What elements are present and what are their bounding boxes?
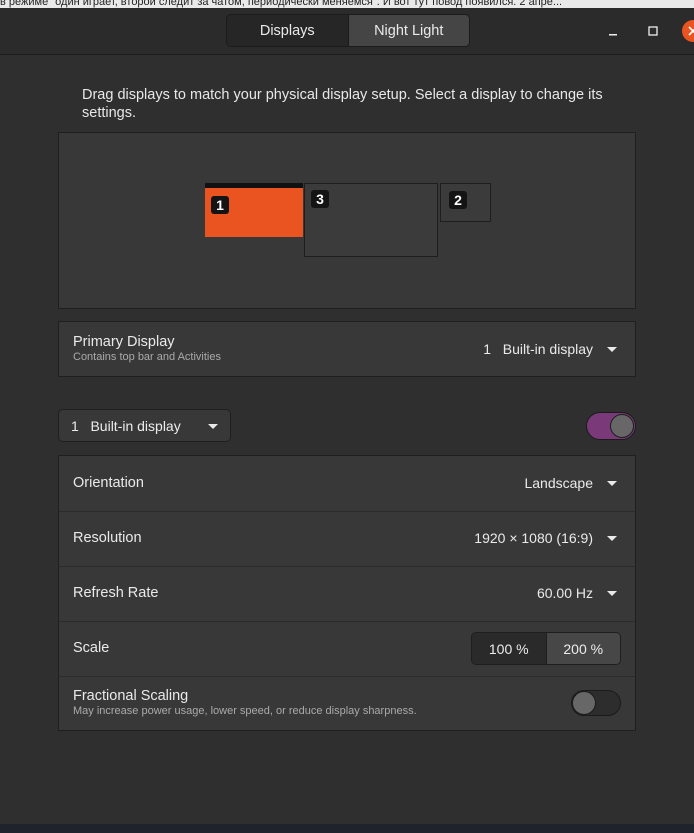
tab-displays[interactable]: Displays (227, 15, 349, 46)
display-enabled-toggle[interactable] (586, 412, 636, 440)
monitor-2-number: 2 (449, 191, 467, 209)
display-arrangement[interactable]: 1 3 2 (58, 132, 636, 309)
chevron-down-icon (208, 424, 218, 429)
primary-display-label: Primary Display (73, 334, 175, 350)
fractional-scaling-sublabel: May increase power usage, lower speed, o… (73, 705, 417, 717)
monitor-2[interactable]: 2 (440, 183, 491, 222)
refresh-rate-label: Refresh Rate (73, 585, 159, 601)
refresh-rate-value[interactable]: 60.00 Hz (537, 585, 593, 601)
close-icon[interactable] (682, 20, 694, 42)
toggle-knob (572, 691, 596, 715)
fractional-scaling-toggle[interactable] (571, 690, 621, 716)
monitor-1[interactable]: 1 (205, 183, 303, 237)
minimize-icon[interactable] (602, 20, 624, 42)
resolution-row[interactable]: Resolution 1920 × 1080 (16:9) (59, 511, 635, 567)
header-bar: Displays Night Light (0, 8, 694, 55)
scale-label: Scale (73, 640, 110, 656)
scale-200-button[interactable]: 200 % (546, 633, 620, 664)
orientation-row[interactable]: Orientation Landscape (59, 456, 635, 512)
view-switcher: Displays Night Light (226, 14, 470, 47)
fractional-scaling-row[interactable]: Fractional Scaling May increase power us… (59, 676, 635, 731)
chevron-down-icon[interactable] (607, 481, 617, 486)
background-window-text: в режиме "один играет, второй следит за … (0, 0, 694, 8)
maximize-glyph (648, 26, 658, 36)
monitor-3-number: 3 (311, 190, 329, 208)
toggle-knob (610, 414, 634, 438)
primary-display-row[interactable]: Primary Display Contains top bar and Act… (58, 321, 636, 377)
display-settings-list: Orientation Landscape Resolution 1920 × … (58, 455, 636, 731)
background-text: в режиме "один играет, второй следит за … (0, 0, 563, 8)
orientation-label: Orientation (73, 475, 144, 491)
scale-row: Scale 100 % 200 % (59, 621, 635, 677)
scale-selector: 100 % 200 % (471, 632, 621, 665)
chevron-down-icon[interactable] (607, 347, 617, 352)
display-selector-value: 1 Built-in display (71, 418, 181, 434)
intro-text: Drag displays to match your physical dis… (82, 87, 603, 121)
close-glyph (688, 26, 694, 36)
fractional-scaling-label: Fractional Scaling (73, 688, 189, 704)
display-selector-dropdown[interactable]: 1 Built-in display (58, 409, 231, 442)
orientation-value[interactable]: Landscape (524, 475, 593, 491)
primary-display-sublabel: Contains top bar and Activities (73, 351, 221, 363)
chevron-down-icon[interactable] (607, 591, 617, 596)
primary-display-value[interactable]: 1 Built-in display (483, 341, 593, 357)
tab-night-light[interactable]: Night Light (348, 15, 469, 46)
monitor-1-number: 1 (211, 196, 229, 214)
monitor-3[interactable]: 3 (304, 183, 438, 257)
resolution-label: Resolution (73, 530, 142, 546)
refresh-rate-row[interactable]: Refresh Rate 60.00 Hz (59, 566, 635, 622)
minimize-glyph (609, 34, 617, 36)
resolution-value[interactable]: 1920 × 1080 (16:9) (474, 530, 593, 546)
maximize-icon[interactable] (642, 20, 664, 42)
scale-100-button[interactable]: 100 % (472, 633, 547, 664)
taskbar-strip (0, 824, 694, 833)
chevron-down-icon[interactable] (607, 536, 617, 541)
